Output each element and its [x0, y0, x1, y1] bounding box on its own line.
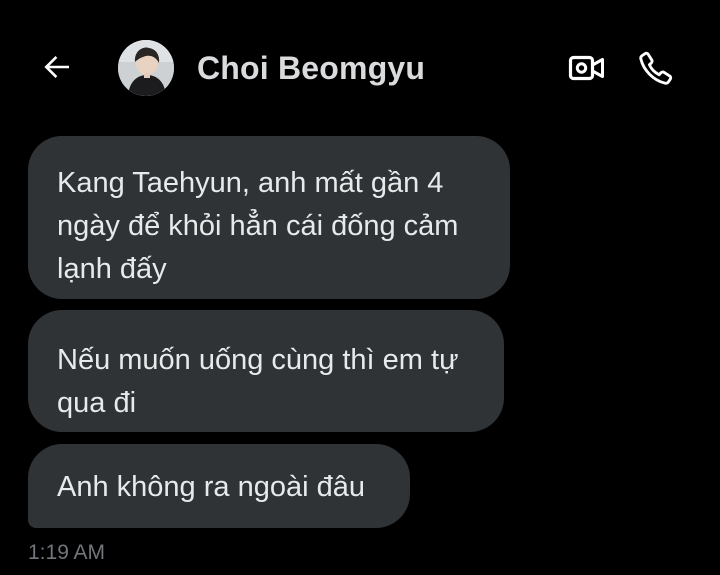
conversation-header: Choi Beomgyu — [0, 0, 720, 130]
message-bubble[interactable]: Kang Taehyun, anh mất gần 4 ngày để khỏi… — [28, 136, 510, 299]
message-line: lạnh đấy — [57, 253, 167, 285]
message-line: Nếu muốn uống cùng thì em tự — [57, 344, 459, 376]
message-line: ngày để khỏi hẳn cái đống cảm — [57, 210, 459, 242]
contact-name[interactable]: Choi Beomgyu — [197, 50, 425, 87]
video-call-button[interactable] — [566, 50, 608, 86]
message-bubble[interactable]: Anh không ra ngoài đâu — [28, 444, 410, 528]
voice-call-button[interactable] — [636, 48, 676, 88]
phone-icon — [639, 51, 673, 85]
message-line: qua đi — [57, 387, 137, 419]
message-line: Kang Taehyun, anh mất gần 4 — [57, 167, 444, 199]
message-bubble[interactable]: Nếu muốn uống cùng thì em tự qua đi — [28, 310, 504, 432]
video-camera-icon — [568, 55, 604, 81]
message-line: Anh không ra ngoài đâu — [57, 471, 365, 503]
arrow-left-icon — [44, 56, 69, 78]
back-button[interactable] — [38, 48, 76, 86]
message-timestamp: 1:19 AM — [28, 541, 106, 564]
avatar[interactable] — [118, 40, 174, 96]
